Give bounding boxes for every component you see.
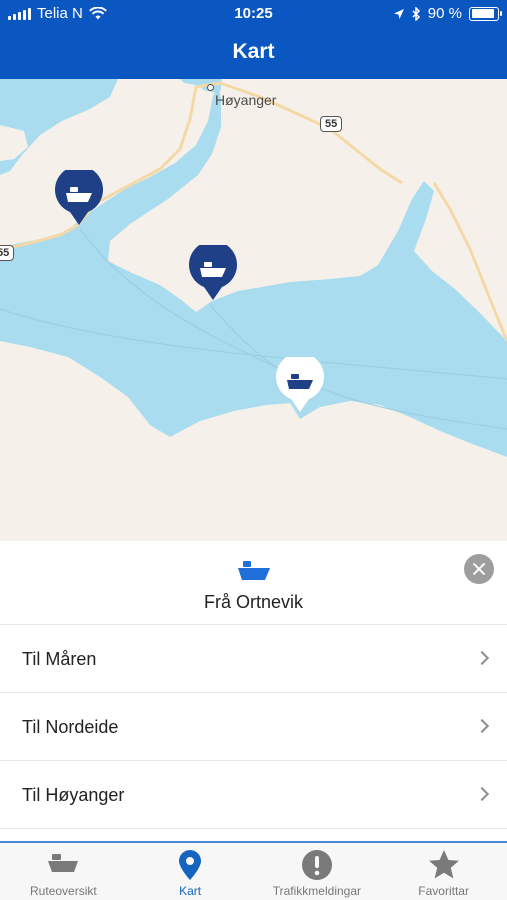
tab-label: Ruteoversikt (30, 884, 97, 898)
battery-percent: 90 % (427, 5, 462, 22)
map-pin-icon (179, 850, 202, 880)
route-label: Til Høyanger (22, 785, 125, 805)
chevron-right-icon (474, 786, 490, 802)
app-header: Telia N 10:25 90 % Kart (0, 0, 507, 79)
tab-kart[interactable]: Kart (127, 843, 254, 900)
tab-favorittar[interactable]: Favorittar (380, 843, 507, 900)
place-marker-icon (207, 84, 214, 91)
tab-label: Trafikkmeldingar (272, 884, 361, 898)
route-row-nordeide[interactable]: Til Nordeide (0, 693, 507, 761)
tab-bar: Ruteoversikt Kart Trafikkmeldingar Favor… (0, 841, 507, 900)
tab-label: Favorittar (418, 884, 469, 898)
road-badge-55: 55 (320, 116, 343, 132)
tab-label: Kart (179, 884, 202, 898)
route-row-maaren[interactable]: Til Måren (0, 625, 507, 693)
route-sheet: Frå Ortnevik Til Måren Til Nordeide Til … (0, 541, 507, 841)
tab-ruteoversikt[interactable]: Ruteoversikt (0, 843, 127, 900)
close-button[interactable] (464, 554, 494, 584)
battery-icon (469, 6, 502, 21)
chevron-right-icon (474, 718, 490, 734)
tab-trafikkmeldingar[interactable]: Trafikkmeldingar (254, 843, 381, 900)
ferry-pin-1[interactable] (54, 170, 104, 232)
location-arrow-icon (393, 8, 404, 19)
route-label: Til Nordeide (22, 717, 119, 737)
bluetooth-icon (412, 6, 420, 21)
sheet-title: Frå Ortnevik (203, 592, 304, 612)
chevron-right-icon (474, 650, 490, 666)
nw-bay (0, 79, 118, 175)
alert-icon (301, 850, 332, 880)
route-label: Til Måren (22, 649, 97, 669)
place-label-hoyanger: Høyanger (215, 92, 277, 108)
star-icon (428, 850, 459, 879)
sheet-header: Frå Ortnevik (0, 541, 507, 625)
ferry-icon (48, 854, 79, 872)
map-canvas (0, 79, 507, 541)
ferry-pin-3-selected[interactable] (275, 357, 325, 419)
road-badge-55: 55 (0, 245, 15, 261)
ferry-icon (238, 561, 270, 580)
status-bar: Telia N 10:25 90 % (0, 0, 507, 28)
ferry-pin-2[interactable] (188, 245, 238, 307)
page-title: Kart (232, 40, 275, 63)
route-row-hoyanger[interactable]: Til Høyanger (0, 761, 507, 829)
map-view[interactable]: Høyanger 55 55 (0, 79, 507, 541)
